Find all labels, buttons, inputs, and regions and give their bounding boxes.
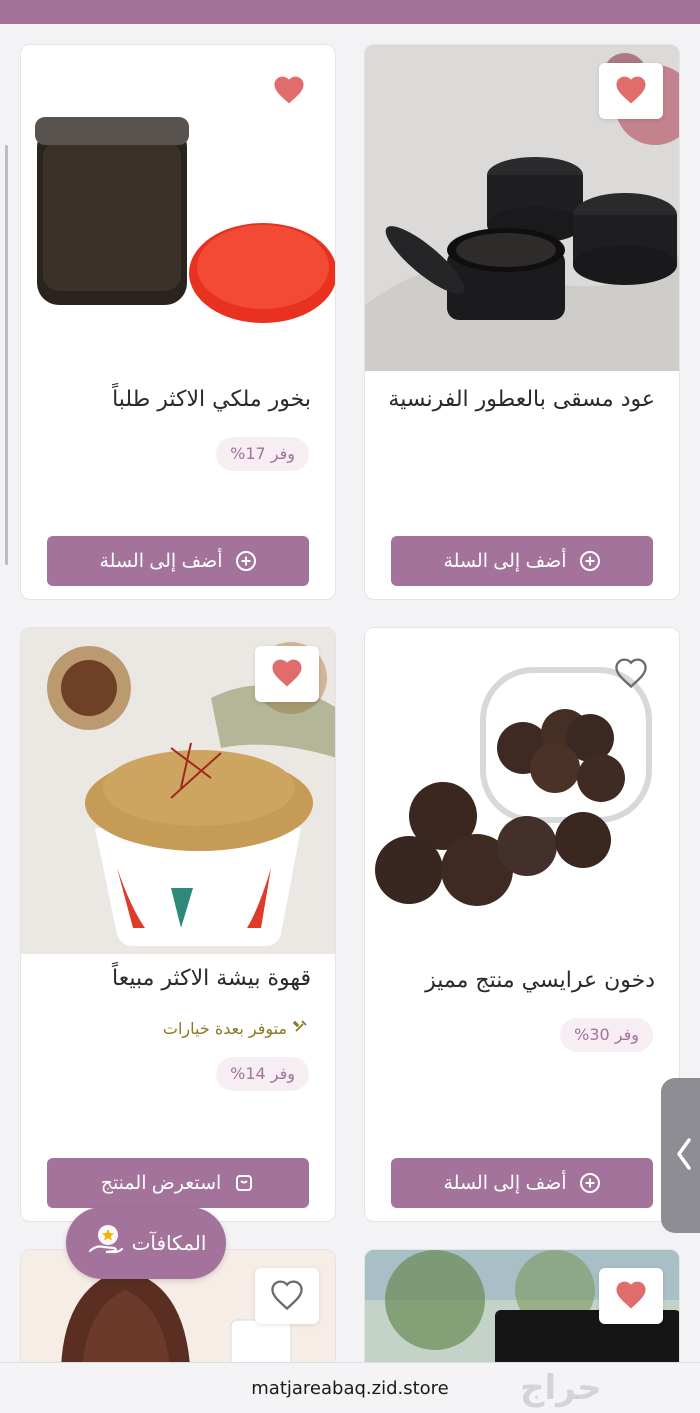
rewards-button[interactable]: المكافآت [66,1207,226,1279]
plus-circle-icon [235,550,257,572]
favorite-button[interactable] [255,1268,319,1324]
button-label: أضف إلى السلة [99,550,223,572]
options-label: متوفر بعدة خيارات [162,1018,287,1038]
heart-filled-icon [269,656,305,692]
add-to-cart-button[interactable]: أضف إلى السلة [391,536,653,586]
button-label: أضف إلى السلة [443,550,567,572]
discount-badge: وفر 14% [216,1057,309,1091]
product-title[interactable]: بخور ملكي الاكثر طلباً [37,381,311,419]
url-text: matjareabaq.zid.store [251,1377,449,1399]
product-card-dukhoon[interactable]: دخون عرايسي منتج مميز وفر 30% أضف إلى ال… [364,627,680,1222]
add-to-cart-button[interactable]: أضف إلى السلة [391,1158,653,1208]
discount-badge: وفر 30% [560,1018,653,1052]
add-to-cart-button[interactable]: أضف إلى السلة [47,536,309,586]
favorite-button[interactable] [599,646,663,702]
heart-outline-icon [269,1278,305,1314]
rewards-label: المكافآت [131,1231,207,1255]
watermark-logo: حراج [520,1368,602,1408]
top-header-bar [0,0,700,24]
product-card-bukhoor[interactable]: بخور ملكي الاكثر طلباً وفر 17% أضف إلى ا… [20,44,336,600]
button-label: أضف إلى السلة [443,1172,567,1194]
options-available: متوفر بعدة خيارات [163,1018,309,1038]
heart-filled-icon [613,73,649,109]
product-title[interactable]: عود مسقى بالعطور الفرنسية [381,381,655,419]
scroll-indicator[interactable] [5,145,8,565]
rewards-hand-star-icon [86,1221,126,1266]
plus-circle-icon [579,550,601,572]
heart-outline-icon [613,656,649,692]
favorite-button[interactable] [599,1268,663,1324]
side-drawer-tab[interactable] [661,1078,700,1233]
favorite-button[interactable] [599,63,663,119]
discount-badge: وفر 17% [216,437,309,471]
heart-filled-icon [613,1278,649,1314]
heart-filled-icon [271,73,307,109]
favorite-button[interactable] [255,646,319,702]
product-card-coffee[interactable]: قهوة بيشة الاكثر مبيعاً متوفر بعدة خيارا… [20,627,336,1222]
product-title[interactable]: دخون عرايسي منتج مميز [381,962,655,1000]
product-title[interactable]: قهوة بيشة الاكثر مبيعاً [37,960,311,998]
view-product-button[interactable]: استعرض المنتج [47,1158,309,1208]
button-label: استعرض المنتج [100,1172,222,1194]
tools-icon [292,1018,309,1038]
view-product-icon [233,1172,255,1194]
product-card-oud[interactable]: عود مسقى بالعطور الفرنسية أضف إلى السلة [364,44,680,600]
favorite-button[interactable] [257,63,321,119]
plus-circle-icon [579,1172,601,1194]
chevron-left-icon [676,1137,692,1175]
